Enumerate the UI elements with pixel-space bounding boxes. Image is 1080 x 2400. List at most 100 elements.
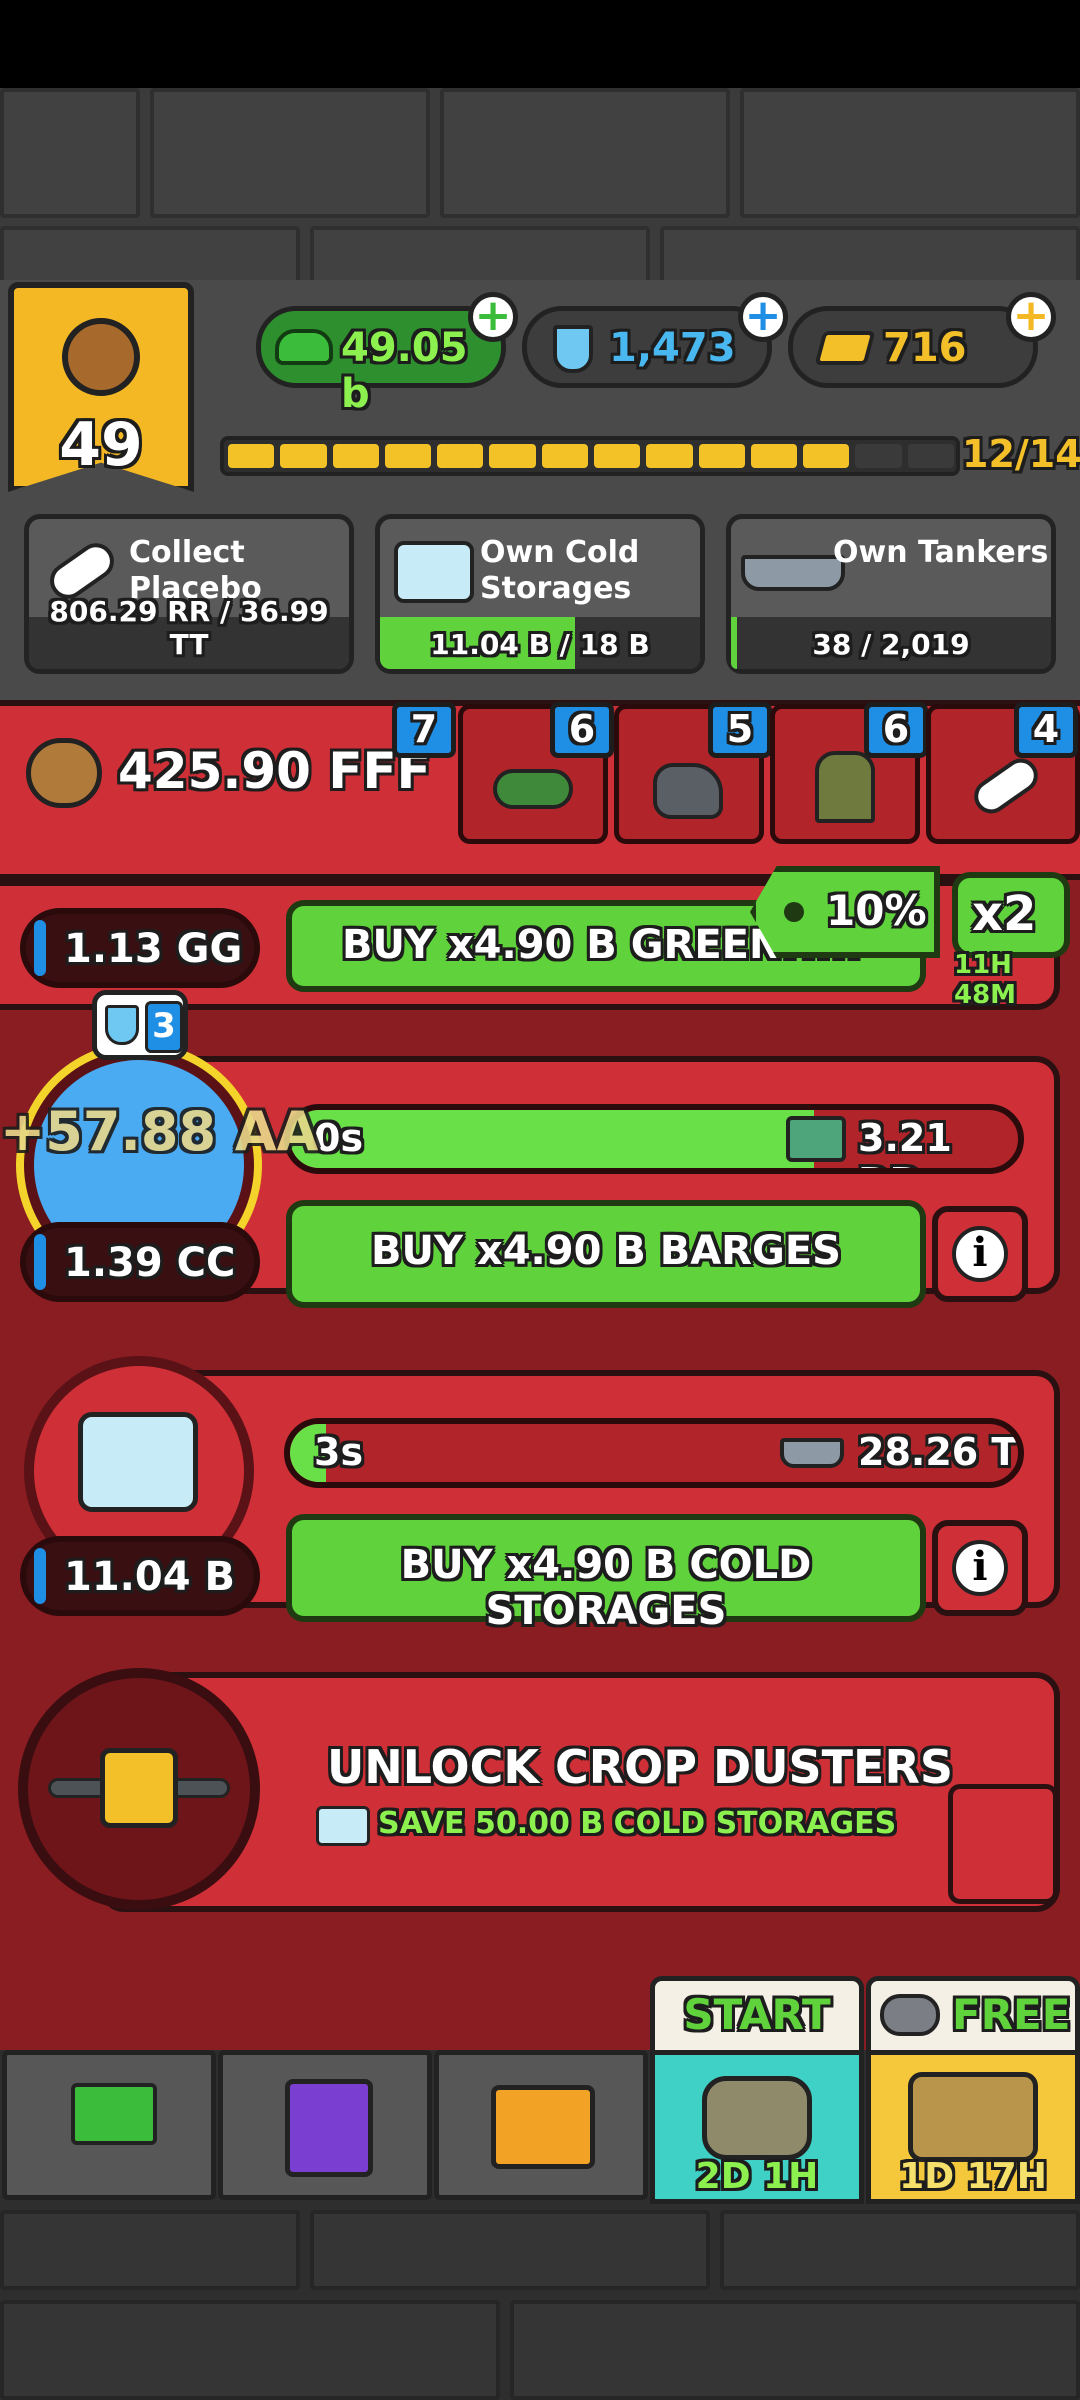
start-label: START (683, 1990, 831, 2039)
nav-flag-button[interactable] (2, 2050, 216, 2200)
level-progress-segment (803, 444, 850, 468)
x2-boost-button[interactable]: x2 (952, 872, 1070, 958)
tab-badge: 6 (550, 702, 614, 758)
science-badge-count: 3 (145, 1001, 183, 1053)
rock-icon (653, 763, 723, 819)
barge-count: 1.39 CC (64, 1240, 236, 1286)
pill-icon (967, 751, 1045, 821)
field-icon (493, 769, 573, 809)
player-level: 49 (59, 410, 143, 480)
start-timer: 2D 1H (695, 2156, 819, 2197)
mine-icon (702, 2076, 812, 2160)
level-progress-segment (855, 444, 902, 468)
crate-icon (786, 1116, 846, 1162)
free-chest-button[interactable]: FREE 1D 17H (866, 1976, 1080, 2204)
free-label: FREE (952, 1990, 1071, 2039)
tab-badge-main: 7 (392, 702, 456, 758)
level-progress-segment (907, 444, 954, 468)
cold-storage-icon (78, 1412, 198, 1512)
cold-storage-count-pill: 11.04 B (20, 1536, 260, 1616)
tanker-icon (741, 555, 845, 591)
level-progress-segment (384, 444, 432, 468)
cold-storage-icon (394, 541, 474, 603)
flask-icon (105, 1005, 139, 1045)
x2-label: x2 (972, 886, 1037, 942)
flag-icon (71, 2083, 157, 2145)
mission-collect-placebo[interactable]: Collect Placebo 806.29 RR / 36.99 TT (24, 514, 354, 674)
level-progress-bar (220, 436, 960, 476)
mission-title-line1: Own Cold (480, 535, 640, 570)
barge-progress-bar: 0s 3.21 DD (284, 1104, 1024, 1174)
barge-timer: 0s (314, 1116, 364, 1160)
science-counter[interactable]: 1,473 (522, 306, 772, 388)
unlock-notch (948, 1784, 1058, 1904)
mission-value: 11.04 B / 18 B (430, 628, 650, 661)
start-mission-button[interactable]: START 2D 1H (650, 1976, 864, 2204)
greenhouse-count-pill: 1.13 GG (20, 908, 260, 988)
buy-barges-button[interactable]: BUY x4.90 B BARGES (286, 1200, 926, 1308)
nav-cards-button[interactable] (218, 2050, 432, 2200)
level-progress-segment (541, 444, 588, 468)
info-icon: i (952, 1540, 1008, 1596)
level-progress-segment (750, 444, 798, 468)
gold-value: 716 (883, 325, 967, 371)
mission-title-line1: Own Tankers (833, 535, 1049, 570)
level-progress-segment (228, 444, 275, 468)
bullets-icon (815, 751, 875, 823)
mission-title-line1: Collect (129, 535, 245, 570)
barge-small-icon (780, 1438, 844, 1468)
level-progress-segment (437, 444, 484, 468)
science-value: 1,473 (609, 325, 736, 371)
cold-storage-output: 28.26 T (858, 1430, 1018, 1474)
boost-timer: 11H 48M (954, 950, 1017, 1010)
mission-title-line2: Storages (480, 571, 632, 606)
potato-icon (26, 738, 102, 808)
tab-badge: 6 (864, 702, 928, 758)
greenhouse-count: 1.13 GG (64, 926, 243, 972)
mission-value: 806.29 RR / 36.99 TT (49, 595, 329, 661)
ribbon-hole-icon (784, 902, 804, 922)
unlock-title: UNLOCK CROP DUSTERS (326, 1740, 954, 1794)
science-plus-button[interactable]: + (738, 292, 788, 342)
science-badge: 3 (92, 990, 188, 1060)
gold-plus-button[interactable]: + (1006, 292, 1056, 342)
boost-ribbon[interactable]: 10% (750, 866, 940, 958)
barges-info-button[interactable]: i (932, 1206, 1028, 1302)
cards-icon (285, 2079, 373, 2177)
cold-storage-count: 11.04 B (64, 1554, 235, 1600)
level-progress-segment (489, 444, 536, 468)
cash-plus-button[interactable]: + (468, 292, 518, 342)
tab-badge: 5 (708, 702, 772, 758)
cold-storage-small-icon (316, 1806, 370, 1846)
nav-folder-button[interactable] (434, 2050, 648, 2200)
cold-storages-info-button[interactable]: i (932, 1520, 1028, 1616)
level-progress-segment (646, 444, 693, 468)
cold-storage-progress-bar: 3s 28.26 T (284, 1418, 1024, 1488)
info-icon: i (952, 1226, 1008, 1282)
medal-icon (62, 318, 140, 396)
mission-own-tankers[interactable]: Own Tankers 38 / 2,019 (726, 514, 1056, 674)
crop-duster-locked-circle[interactable] (18, 1668, 260, 1910)
flask-icon (553, 325, 593, 373)
barge-output: 3.21 DD (858, 1116, 952, 1168)
free-timer: 1D 17H (899, 2156, 1047, 2197)
chest-icon (908, 2072, 1038, 2162)
floating-earnings: +57.88 AA (0, 1100, 319, 1163)
level-progress-segment (698, 444, 745, 468)
cap-icon (275, 329, 333, 365)
wall-background (0, 88, 1080, 288)
buy-barges-label: BUY x4.90 B BARGES (371, 1228, 841, 1274)
buy-cold-storages-label: BUY x4.90 B COLD STORAGES (400, 1542, 812, 1634)
gold-counter[interactable]: 716 (788, 306, 1038, 388)
potato-count: 425.90 FFF (118, 742, 431, 800)
level-progress-segment (594, 444, 641, 468)
boost-percent: 10% (826, 886, 927, 935)
unlock-subtitle: SAVE 50.00 B COLD STORAGES (378, 1806, 897, 1841)
mission-own-cold-storages[interactable]: Own Cold Storages 11.04 B / 18 B (375, 514, 705, 674)
buy-cold-storages-button[interactable]: BUY x4.90 B COLD STORAGES (286, 1514, 926, 1634)
lock-icon (100, 1748, 178, 1828)
level-progress-label: 12/14 (962, 432, 1080, 476)
gold-bar-icon (814, 331, 876, 365)
status-bar (0, 0, 1080, 88)
cold-storage-timer: 3s (314, 1430, 364, 1474)
